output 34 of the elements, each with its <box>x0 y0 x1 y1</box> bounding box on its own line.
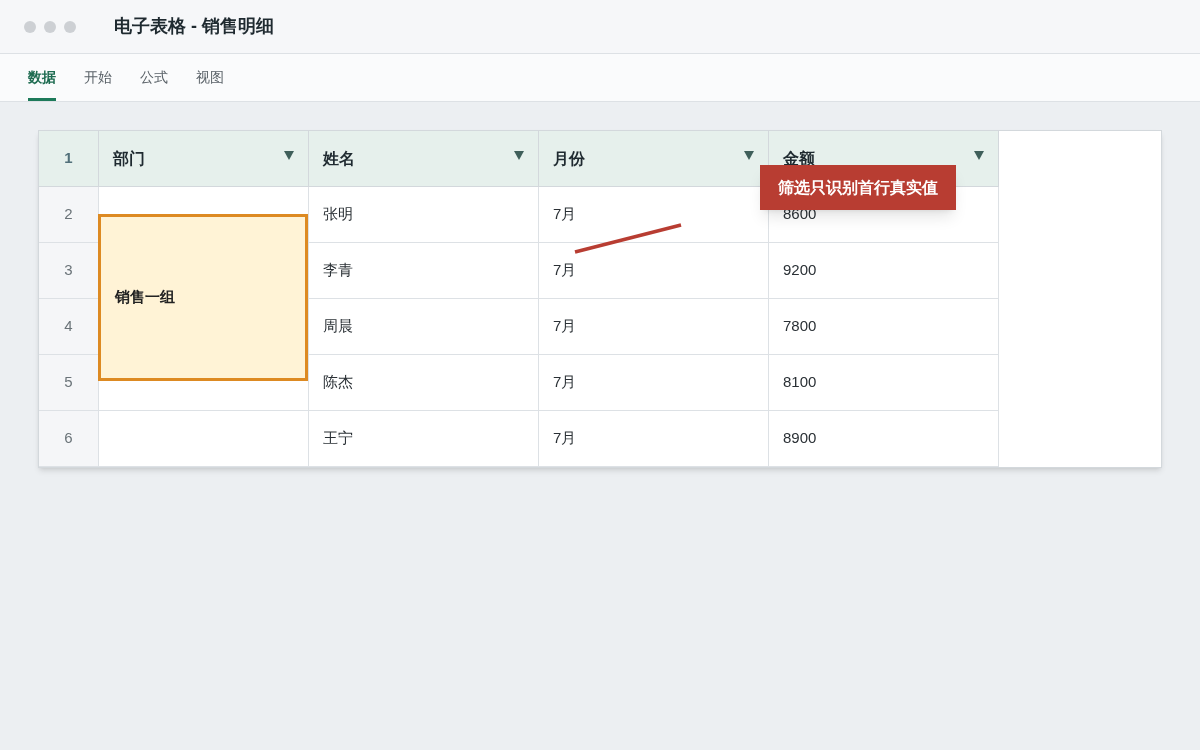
row-number: 5 <box>64 372 73 393</box>
row-number: 2 <box>64 204 73 225</box>
cell-text: 李青 <box>323 260 353 281</box>
row-number: 4 <box>64 316 73 337</box>
tab[interactable]: 公式 <box>140 54 168 101</box>
tab[interactable]: 开始 <box>84 54 112 101</box>
cell-text: 周晨 <box>323 316 353 337</box>
callout-label: 筛选只识别首行真实值 <box>760 165 956 210</box>
tab[interactable]: 视图 <box>196 54 224 101</box>
tab[interactable]: 数据 <box>28 54 56 101</box>
filter-dropdown-icon[interactable] <box>514 151 524 160</box>
column-header[interactable]: 月份 <box>539 131 769 187</box>
row-number: 1 <box>64 148 73 169</box>
column-header[interactable]: 姓名 <box>309 131 539 187</box>
filter-dropdown-icon[interactable] <box>974 151 984 160</box>
window-title: 电子表格 - 销售明细 <box>114 15 274 38</box>
cell-text: 陈杰 <box>323 372 353 393</box>
cell-text: 8100 <box>783 372 817 393</box>
cell-text: 9200 <box>783 260 817 281</box>
row-number: 3 <box>64 260 73 281</box>
filter-dropdown-icon[interactable] <box>284 151 294 160</box>
cell-text: 7月 <box>553 372 577 393</box>
cell-text: 7月 <box>553 428 577 449</box>
cell-text: 王宁 <box>323 428 353 449</box>
cell-text: 销售一组 <box>115 287 175 308</box>
cell-text: 8900 <box>783 428 817 449</box>
column-header[interactable]: 部门 <box>99 131 309 187</box>
cell-text: 7月 <box>553 316 577 337</box>
cell-text: 张明 <box>323 204 353 225</box>
row-number: 6 <box>64 428 73 449</box>
filter-dropdown-icon[interactable] <box>744 151 754 160</box>
cell-text: 7月 <box>553 260 577 281</box>
cell-text: 7800 <box>783 316 817 337</box>
cell-text: 7月 <box>553 204 577 225</box>
